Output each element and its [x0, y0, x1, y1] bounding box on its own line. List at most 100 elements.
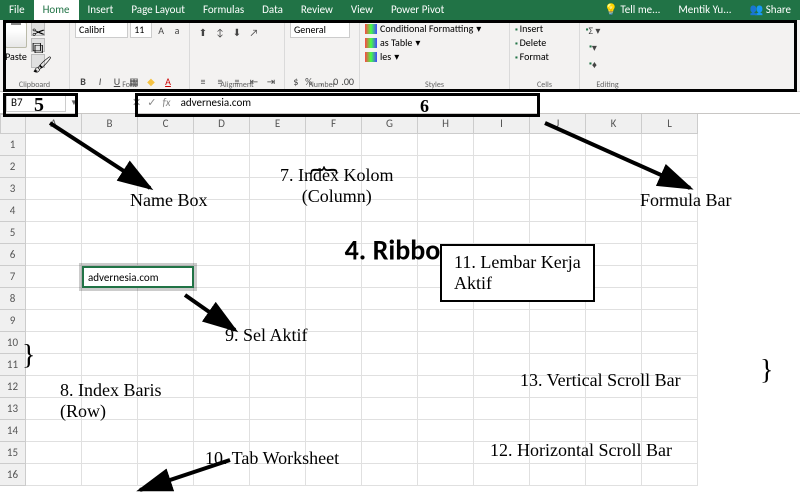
cell[interactable]: [586, 222, 642, 244]
cell[interactable]: [82, 420, 138, 442]
cell[interactable]: [642, 134, 698, 156]
row-header-14[interactable]: 14: [0, 420, 26, 442]
row-header-13[interactable]: 13: [0, 398, 26, 420]
cell[interactable]: [362, 464, 418, 486]
cell[interactable]: [26, 288, 82, 310]
cell[interactable]: [82, 332, 138, 354]
cell[interactable]: [306, 376, 362, 398]
cell[interactable]: [26, 222, 82, 244]
cell[interactable]: [362, 178, 418, 200]
cell[interactable]: [642, 266, 698, 288]
col-header-i[interactable]: I: [474, 114, 530, 134]
cell[interactable]: [194, 266, 250, 288]
cell[interactable]: [26, 244, 82, 266]
cell[interactable]: [82, 464, 138, 486]
cell[interactable]: [194, 332, 250, 354]
cell[interactable]: [26, 354, 82, 376]
cell[interactable]: [642, 222, 698, 244]
cell[interactable]: [194, 288, 250, 310]
cell[interactable]: [642, 354, 698, 376]
col-header-d[interactable]: D: [194, 114, 250, 134]
cell[interactable]: [474, 156, 530, 178]
tab-file[interactable]: File: [0, 0, 34, 20]
cell[interactable]: [306, 310, 362, 332]
cell[interactable]: [642, 442, 698, 464]
row-header-16[interactable]: 16: [0, 464, 26, 486]
cell[interactable]: [474, 200, 530, 222]
cut-icon[interactable]: ✂: [31, 22, 45, 36]
cell[interactable]: [82, 156, 138, 178]
cell[interactable]: [26, 134, 82, 156]
cell[interactable]: [194, 156, 250, 178]
tab-data[interactable]: Data: [253, 0, 292, 20]
cell[interactable]: [138, 398, 194, 420]
col-header-k[interactable]: K: [586, 114, 642, 134]
cell[interactable]: [362, 442, 418, 464]
share-button[interactable]: 👥 Share: [741, 0, 800, 20]
cell[interactable]: [138, 244, 194, 266]
tab-view[interactable]: View: [342, 0, 382, 20]
col-header-j[interactable]: J: [530, 114, 586, 134]
cell[interactable]: [530, 244, 586, 266]
cell[interactable]: [82, 288, 138, 310]
cell[interactable]: [26, 442, 82, 464]
row-header-7[interactable]: 7: [0, 266, 26, 288]
cell[interactable]: [250, 244, 306, 266]
cell[interactable]: [362, 288, 418, 310]
cell[interactable]: [194, 200, 250, 222]
delete-cells-button[interactable]: Delete: [515, 36, 574, 49]
cell[interactable]: [586, 178, 642, 200]
cell[interactable]: [250, 464, 306, 486]
cell[interactable]: [530, 288, 586, 310]
row-header-4[interactable]: 4: [0, 200, 26, 222]
cell[interactable]: [362, 398, 418, 420]
cell[interactable]: [194, 420, 250, 442]
cell[interactable]: [586, 398, 642, 420]
cell[interactable]: [362, 134, 418, 156]
cell[interactable]: [250, 442, 306, 464]
tell-me[interactable]: 💡 Tell me...: [595, 0, 669, 20]
cell[interactable]: [250, 200, 306, 222]
cell[interactable]: [82, 244, 138, 266]
cell[interactable]: [642, 310, 698, 332]
conditional-formatting-button[interactable]: Conditional Formatting ▾: [365, 22, 504, 35]
col-header-e[interactable]: E: [250, 114, 306, 134]
cell[interactable]: [26, 266, 82, 288]
cell[interactable]: [530, 222, 586, 244]
cell[interactable]: [530, 310, 586, 332]
cell[interactable]: [194, 464, 250, 486]
decrease-font-icon[interactable]: a: [170, 22, 184, 38]
col-header-h[interactable]: H: [418, 114, 474, 134]
cell[interactable]: [194, 354, 250, 376]
cell[interactable]: [586, 200, 642, 222]
insert-cells-button[interactable]: Insert: [515, 22, 574, 35]
cell-styles-button[interactable]: les ▾: [365, 50, 504, 63]
row-header-6[interactable]: 6: [0, 244, 26, 266]
cell[interactable]: [194, 178, 250, 200]
cell[interactable]: [474, 222, 530, 244]
cell[interactable]: [530, 420, 586, 442]
col-header-a[interactable]: A: [26, 114, 82, 134]
cell[interactable]: [474, 244, 530, 266]
cell[interactable]: [530, 156, 586, 178]
increase-font-icon[interactable]: A: [154, 22, 168, 38]
cell[interactable]: [306, 420, 362, 442]
cell[interactable]: [306, 266, 362, 288]
cell[interactable]: [138, 156, 194, 178]
cell[interactable]: [642, 398, 698, 420]
cell[interactable]: [250, 332, 306, 354]
cell[interactable]: [418, 244, 474, 266]
cell[interactable]: [642, 332, 698, 354]
align-middle-icon[interactable]: ↕: [212, 24, 228, 40]
cell[interactable]: [306, 288, 362, 310]
cell[interactable]: [306, 156, 362, 178]
cell[interactable]: [362, 376, 418, 398]
cell[interactable]: [306, 398, 362, 420]
cell[interactable]: [194, 310, 250, 332]
cell[interactable]: [586, 134, 642, 156]
cell[interactable]: [82, 354, 138, 376]
cell[interactable]: [250, 310, 306, 332]
cell[interactable]: [138, 310, 194, 332]
cell[interactable]: [306, 244, 362, 266]
cell[interactable]: [306, 354, 362, 376]
